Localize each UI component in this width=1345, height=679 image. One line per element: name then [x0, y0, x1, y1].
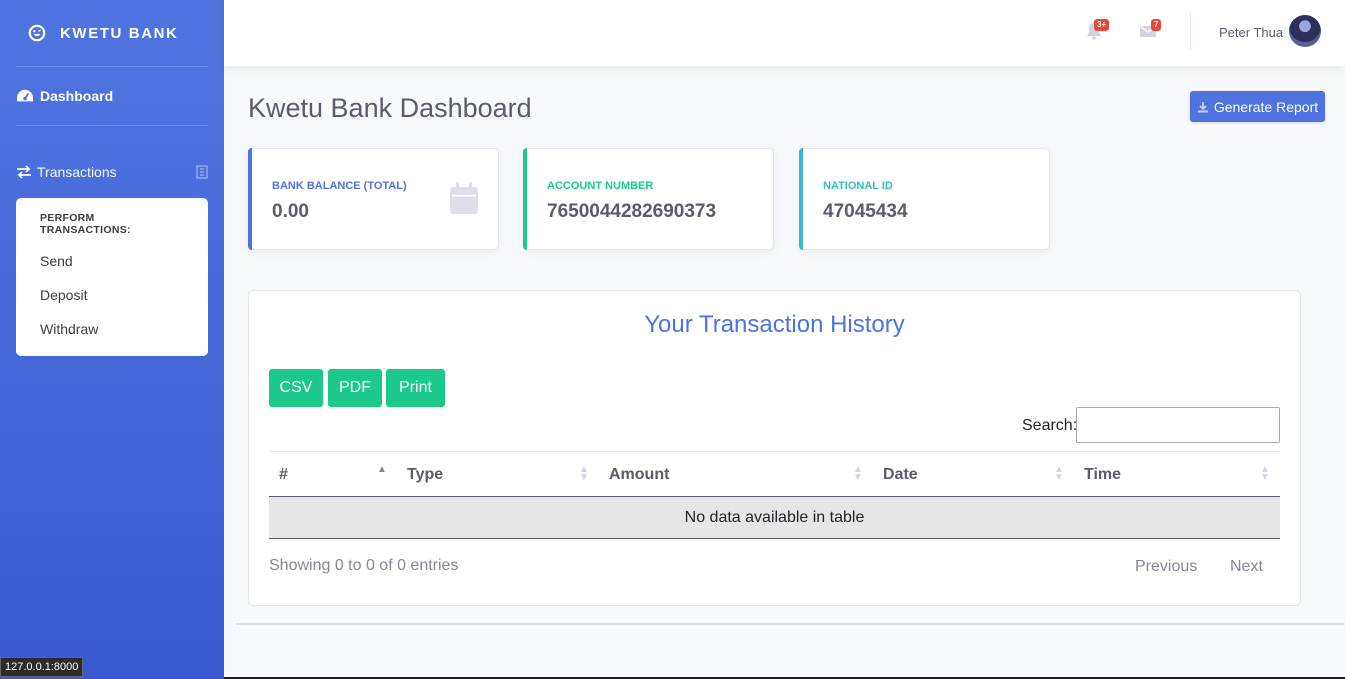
submenu-item-withdraw[interactable]: Withdraw	[16, 312, 208, 346]
search-input[interactable]	[1076, 407, 1280, 443]
column-label: Date	[883, 466, 918, 483]
card-value: 7650044282690373	[547, 201, 717, 222]
column-header-amount[interactable]: Amount	[609, 452, 669, 498]
topbar: 3+ 7 Peter Thua	[224, 0, 1345, 66]
column-header-time[interactable]: Time	[1084, 452, 1121, 498]
card-label: BANK BALANCE (TOTAL)	[272, 180, 407, 192]
card-accent	[248, 148, 252, 250]
page-title: Kwetu Bank Dashboard	[248, 93, 532, 123]
csv-button[interactable]: CSV	[269, 369, 323, 407]
submenu-header: PERFORM TRANSACTIONS:	[40, 212, 131, 236]
column-label: Type	[407, 466, 444, 483]
submenu-item-send[interactable]: Send	[16, 244, 208, 278]
column-label: Time	[1084, 466, 1122, 483]
messages-badge: 7	[1151, 19, 1162, 31]
brand-name: KWETU BANK	[60, 24, 179, 42]
transaction-history-card: Your Transaction History CSV PDF Print S…	[248, 290, 1301, 606]
table-info: Showing 0 to 0 of 0 entries	[269, 557, 459, 574]
previous-button[interactable]: Previous	[1135, 558, 1197, 576]
column-label: Amount	[609, 466, 670, 483]
card-value: 0.00	[272, 201, 309, 222]
laugh-wink-icon	[28, 24, 46, 42]
table-header: # ▲ Type ▲ ▼ Amount ▲ ▼ Date ▲ ▼ Time ▲ ▼	[269, 451, 1280, 497]
sort-icon: ▲ ▼	[579, 464, 589, 483]
transactions-submenu: PERFORM TRANSACTIONS: Send Deposit Withd…	[16, 198, 208, 356]
card-label: ACCOUNT NUMBER	[547, 180, 654, 192]
card-label: NATIONAL ID	[823, 180, 893, 192]
download-icon	[1197, 101, 1208, 112]
sidebar-divider	[16, 125, 208, 126]
print-button[interactable]: Print	[386, 369, 445, 407]
submenu-item-deposit[interactable]: Deposit	[16, 278, 208, 312]
sidebar: KWETU BANK Dashboard Transactions PERFOR…	[0, 0, 224, 679]
generate-report-button[interactable]: Generate Report	[1190, 91, 1325, 122]
column-label: #	[279, 466, 288, 483]
card-accent	[799, 148, 803, 250]
generate-report-label: Generate Report	[1213, 98, 1319, 115]
history-title: Your Transaction History	[644, 311, 905, 338]
avatar[interactable]	[1289, 15, 1321, 47]
alerts-dropdown[interactable]: 3+	[1086, 19, 1110, 42]
sidebar-item-label: Transactions	[37, 164, 117, 180]
content-divider	[236, 623, 1345, 625]
user-name[interactable]: Peter Thua	[1219, 25, 1283, 40]
table-empty-row: No data available in table	[269, 497, 1280, 539]
sidebar-item-dashboard[interactable]: Dashboard	[0, 67, 224, 125]
card-value: 47045434	[823, 201, 908, 222]
calendar-icon	[450, 182, 478, 214]
search-label: Search:	[1022, 417, 1078, 434]
tachometer-icon	[17, 89, 33, 102]
sort-asc-icon: ▲	[377, 464, 387, 475]
pdf-button[interactable]: PDF	[328, 369, 382, 407]
brand-link[interactable]: KWETU BANK	[0, 0, 224, 66]
sidebar-item-transactions[interactable]: Transactions	[0, 146, 224, 198]
national-id-card: NATIONAL ID 47045434	[799, 148, 1050, 250]
alerts-badge: 3+	[1094, 19, 1110, 31]
topbar-divider	[1190, 12, 1191, 50]
sidebar-item-label: Dashboard	[40, 88, 114, 104]
messages-dropdown[interactable]: 7	[1139, 19, 1162, 42]
status-url: 127.0.0.1:8000	[0, 657, 84, 677]
column-header-type[interactable]: Type	[407, 452, 443, 498]
balance-card: BANK BALANCE (TOTAL) 0.00	[248, 148, 499, 250]
column-header-date[interactable]: Date	[883, 452, 918, 498]
account-number-card: ACCOUNT NUMBER 7650044282690373	[523, 148, 774, 250]
exchange-icon	[17, 165, 31, 179]
sort-icon: ▲ ▼	[853, 464, 863, 483]
sort-icon: ▲ ▼	[1054, 464, 1064, 483]
column-header-index[interactable]: #	[279, 452, 288, 498]
card-accent	[523, 148, 527, 250]
sort-icon: ▲ ▼	[1260, 464, 1270, 483]
next-button[interactable]: Next	[1230, 558, 1263, 576]
collapse-toggle-icon[interactable]	[196, 165, 208, 179]
